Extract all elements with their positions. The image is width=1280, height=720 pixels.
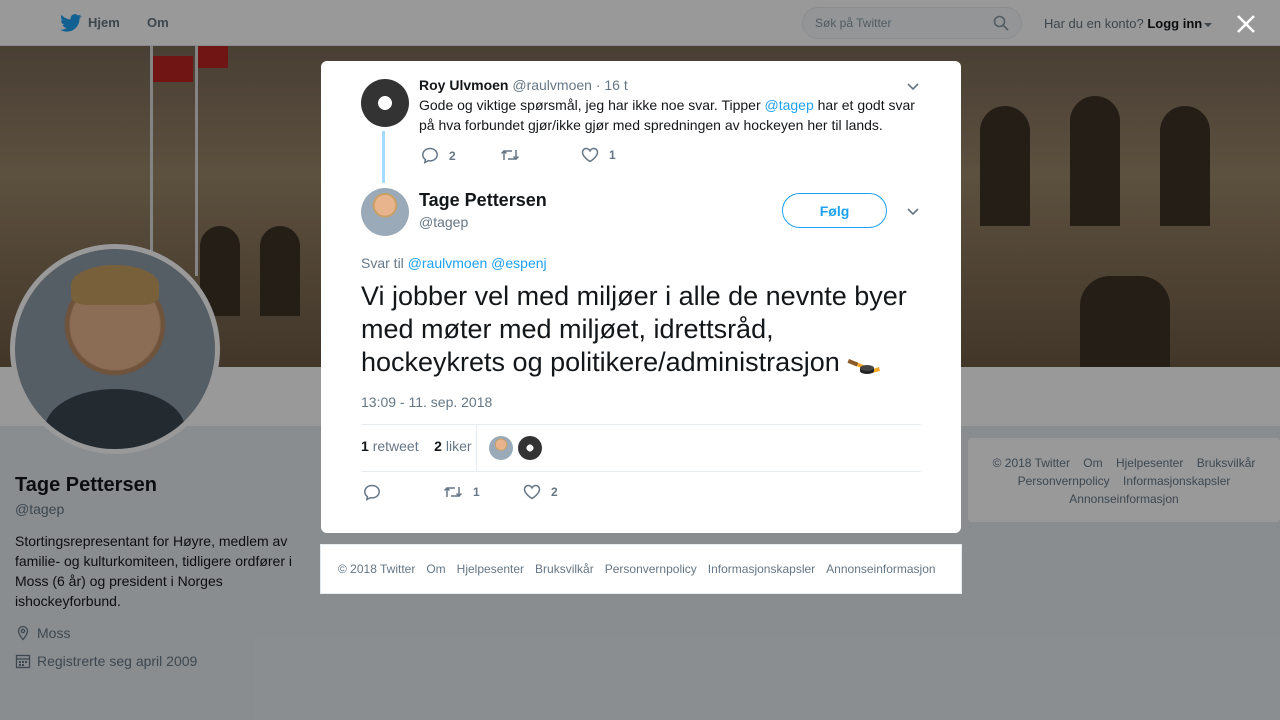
heart-icon — [523, 484, 541, 500]
footer-link[interactable]: Om — [426, 562, 445, 576]
parent-retweet-button[interactable] — [500, 147, 530, 163]
retweet-button[interactable]: 1 — [443, 484, 480, 500]
retweet-icon — [500, 149, 520, 161]
main-tweet-timestamp[interactable]: 13:09 - 11. sep. 2018 — [361, 394, 492, 410]
stats-separator — [476, 425, 477, 471]
parent-like-button[interactable]: 1 — [581, 147, 616, 163]
main-tweet-text: Vi jobber vel med miljøer i alle de nevn… — [361, 280, 921, 379]
thread-line — [382, 131, 385, 183]
reply-to-label: Svar til — [361, 255, 404, 271]
hockey-stick-emoji — [847, 351, 883, 377]
footer-link[interactable]: Bruksvilkår — [535, 562, 594, 576]
reply-mention-link[interactable]: @espenj — [491, 255, 546, 271]
parent-tweet-text-before: Gode og viktige spørsmål, jeg har ikke n… — [419, 97, 765, 113]
like-stat-count: 2 — [434, 438, 442, 454]
footer-link[interactable]: Annonseinformasjon — [826, 562, 935, 576]
reply-icon — [422, 147, 438, 164]
like-button[interactable]: 2 — [523, 484, 558, 500]
footer-link[interactable]: © 2018 Twitter — [338, 562, 415, 576]
parent-tweet-time[interactable]: · 16 t — [596, 77, 628, 93]
heart-icon — [581, 147, 599, 163]
parent-tweet-avatar[interactable] — [361, 79, 409, 127]
parent-tweet-header: Roy Ulvmoen @raulvmoen · 16 t — [419, 77, 628, 93]
main-tweet-avatar[interactable] — [361, 188, 409, 236]
reply-context: Svar til @raulvmoen @espenj — [361, 255, 547, 271]
reply-button[interactable] — [363, 484, 391, 501]
retweet-stat-count: 1 — [361, 438, 369, 454]
parent-tweet-text: Gode og viktige spørsmål, jeg har ikke n… — [419, 95, 921, 135]
parent-reply-count: 2 — [449, 148, 456, 163]
retweet-stat[interactable]: 1 retweet — [361, 438, 419, 454]
mention-link[interactable]: @tagep — [765, 97, 814, 113]
close-icon[interactable] — [1234, 12, 1258, 36]
reply-icon — [364, 484, 380, 501]
like-stat[interactable]: 2 liker — [434, 438, 471, 454]
liker-avatar[interactable] — [489, 436, 513, 460]
like-stat-label: liker — [445, 438, 472, 454]
parent-reply-button[interactable]: 2 — [421, 147, 456, 164]
main-tweet-name[interactable]: Tage Pettersen — [419, 190, 547, 210]
like-count: 2 — [551, 485, 558, 499]
footer-link[interactable]: Personvernpolicy — [605, 562, 697, 576]
main-tweet-handle[interactable]: @tagep — [419, 214, 468, 230]
tweet-stats: 1 retweet 2 liker — [361, 438, 472, 454]
main-tweet-text-content: Vi jobber vel med miljøer i alle de nevn… — [361, 281, 907, 377]
modal-footer: © 2018 Twitter Om Hjelpesenter Bruksvilk… — [320, 544, 962, 594]
follow-button[interactable]: Følg — [782, 193, 887, 228]
chevron-down-icon[interactable] — [906, 204, 920, 218]
footer-link[interactable]: Hjelpesenter — [457, 562, 524, 576]
parent-tweet-handle[interactable]: @raulvmoen — [512, 77, 592, 93]
divider — [361, 424, 921, 425]
retweet-icon — [443, 486, 463, 498]
parent-like-count: 1 — [609, 148, 616, 162]
reply-mention-link[interactable]: @raulvmoen — [408, 255, 488, 271]
divider — [361, 471, 921, 472]
chevron-down-icon[interactable] — [906, 79, 920, 93]
main-tweet-name-wrap: Tage Pettersen — [419, 190, 547, 211]
parent-tweet-name[interactable]: Roy Ulvmoen — [419, 77, 508, 93]
retweet-count: 1 — [473, 485, 480, 499]
retweet-stat-label: retweet — [372, 438, 419, 454]
footer-link[interactable]: Informasjonskapsler — [708, 562, 815, 576]
liker-avatar[interactable] — [518, 436, 542, 460]
